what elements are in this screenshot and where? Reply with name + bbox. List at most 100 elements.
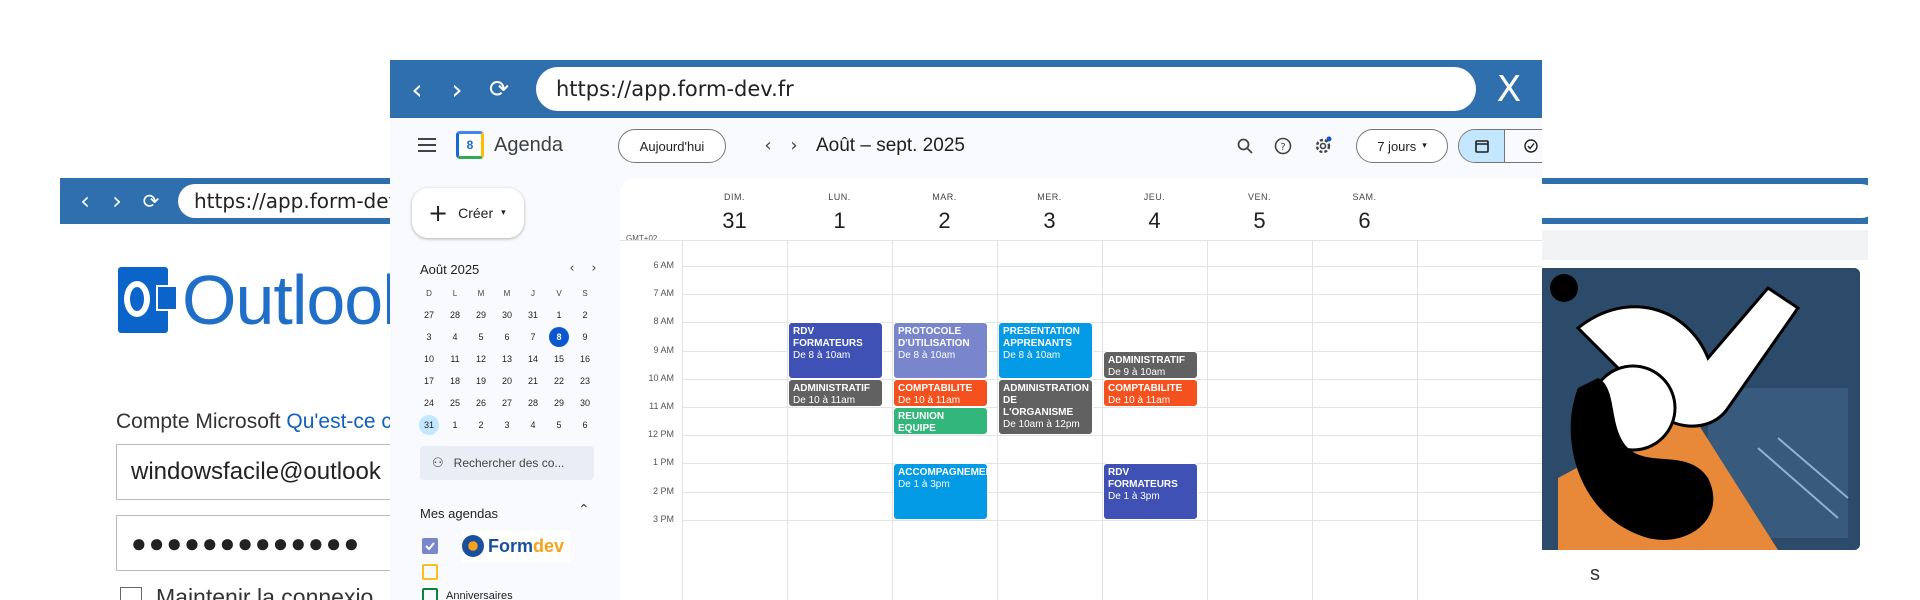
search-icon[interactable]: [1232, 133, 1258, 159]
mini-calendar-day[interactable]: 31: [520, 304, 546, 326]
mini-calendar-day[interactable]: 1: [442, 414, 468, 436]
next-week-button[interactable]: ›: [782, 132, 806, 158]
mini-calendar-day[interactable]: 4: [520, 414, 546, 436]
back-arrow-icon[interactable]: ‹: [70, 185, 100, 217]
account-label-text: Compte Microsoft: [116, 410, 281, 433]
mini-calendar-day[interactable]: 18: [442, 370, 468, 392]
settings-icon[interactable]: [1310, 133, 1336, 159]
mini-calendar-day[interactable]: 3: [494, 414, 520, 436]
event-title: COMPTABILITE: [1108, 382, 1183, 394]
calendar-event[interactable]: PROTOCOLE D'UTILISATION De 8 à 10am: [893, 322, 988, 379]
calendar-event[interactable]: COMPTABILITE De 10 à 11am: [1103, 378, 1198, 407]
calendar-event[interactable]: ACCOMPAGNEMENTDe 1 à 3pm: [893, 463, 988, 520]
today-button[interactable]: Aujourd'hui: [618, 129, 726, 163]
outlook-logo-text: Outlook: [182, 261, 417, 339]
mini-calendar-day[interactable]: 27: [494, 392, 520, 414]
view-select[interactable]: 7 jours ▾: [1356, 129, 1448, 163]
mini-calendar-day[interactable]: 30: [572, 392, 598, 414]
calendar-event[interactable]: RDV FORMATEURS De 8 à 10am: [788, 322, 883, 379]
forward-arrow-icon[interactable]: ›: [102, 185, 132, 217]
mini-calendar-day[interactable]: 7: [520, 326, 546, 348]
close-icon[interactable]: X: [1488, 68, 1530, 110]
mini-calendar-day[interactable]: 19: [468, 370, 494, 392]
mini-calendar-day[interactable]: 28: [442, 304, 468, 326]
calendar-event[interactable]: REUNION EQUIPEDe 11am à 12pm: [893, 407, 988, 436]
mini-calendar-day[interactable]: 15: [546, 348, 572, 370]
mini-calendar-day[interactable]: 29: [468, 304, 494, 326]
keep-signed-in-checkbox[interactable]: [120, 586, 142, 600]
mini-calendar-day[interactable]: 2: [468, 414, 494, 436]
forward-arrow-icon[interactable]: ›: [440, 70, 474, 108]
search-people-input[interactable]: ⚇ Rechercher des co...: [420, 446, 594, 480]
mini-calendar-day[interactable]: 14: [520, 348, 546, 370]
event-title: ADMINISTRATIF: [1108, 354, 1186, 366]
mini-calendar-day[interactable]: 29: [546, 392, 572, 414]
keep-signed-in[interactable]: Maintenir la connexio: [120, 584, 373, 600]
mini-calendar-day[interactable]: 13: [494, 348, 520, 370]
mini-calendar-day[interactable]: 25: [442, 392, 468, 414]
create-button[interactable]: + Créer ▾: [412, 188, 524, 238]
reload-icon[interactable]: ⟳: [482, 70, 516, 108]
mini-weekday-label: M: [477, 288, 485, 298]
previous-week-button[interactable]: ‹: [756, 132, 780, 158]
mini-calendar-day[interactable]: 9: [572, 326, 598, 348]
calendar-event[interactable]: ADMINISTRATIF De 9 à 10am: [1103, 350, 1198, 379]
mini-calendar-day[interactable]: 27: [416, 304, 442, 326]
mini-calendar-day[interactable]: 5: [546, 414, 572, 436]
mini-calendar-day[interactable]: 31: [416, 414, 442, 436]
mini-calendar-day[interactable]: 2: [572, 304, 598, 326]
menu-icon[interactable]: [418, 138, 436, 154]
mini-calendar-day[interactable]: 21: [520, 370, 546, 392]
close-icon[interactable]: X: [1820, 184, 1854, 219]
mini-calendar-day[interactable]: 5: [468, 326, 494, 348]
mini-next-month-button[interactable]: ›: [584, 258, 604, 278]
event-title: PRESENTATION APPRENANTS: [1003, 326, 1080, 350]
password-field[interactable]: ●●●●●●●●●●●●●: [116, 515, 416, 571]
hour-label: 9 AM: [653, 344, 674, 355]
mini-calendar-day[interactable]: 22: [546, 370, 572, 392]
whats-this-link[interactable]: Qu'est-ce c: [286, 410, 392, 433]
mini-calendar-day[interactable]: 17: [416, 370, 442, 392]
mini-calendar-day[interactable]: 12: [468, 348, 494, 370]
mini-calendar-day[interactable]: 8: [546, 326, 572, 348]
mini-calendar-day-label: 29: [475, 310, 486, 320]
mini-calendar-day[interactable]: 26: [468, 392, 494, 414]
help-icon[interactable]: ?: [1270, 133, 1296, 159]
mini-calendar-day[interactable]: 28: [520, 392, 546, 414]
calendar-checkbox-2[interactable]: [422, 564, 438, 580]
mini-calendar-day[interactable]: 30: [494, 304, 520, 326]
calendar-event[interactable]: RDV FORMATEURS De 1 à 3pm: [1103, 463, 1198, 520]
mini-calendar-day[interactable]: 10: [416, 348, 442, 370]
event-time: De 1 à 3pm: [898, 479, 950, 491]
email-field[interactable]: windowsfacile@outlook: [116, 444, 416, 500]
mini-calendar-day[interactable]: 1: [546, 304, 572, 326]
mini-calendar-day[interactable]: 6: [494, 326, 520, 348]
reload-icon[interactable]: ⟳: [136, 185, 166, 217]
mini-calendar-day[interactable]: 23: [572, 370, 598, 392]
mini-calendar-day[interactable]: 3: [416, 326, 442, 348]
calendar-event[interactable]: ADMINISTRATION DE L'ORGANISME De 10am à 1…: [998, 378, 1093, 436]
day-header[interactable]: SAM. 6: [1300, 178, 1430, 234]
mini-calendar-day[interactable]: 11: [442, 348, 468, 370]
calendar-checkbox-formdev[interactable]: [422, 538, 438, 554]
tasks-view-icon[interactable]: [1504, 130, 1542, 162]
create-label: Créer: [458, 205, 494, 221]
calendar-event[interactable]: PRESENTATION APPRENANTS De 8 à 10am: [998, 322, 1093, 379]
mini-calendar-day-label: 4: [452, 332, 458, 342]
plus-icon: +: [428, 199, 449, 227]
chevron-up-icon[interactable]: ⌃: [578, 502, 590, 518]
mini-calendar-day[interactable]: 6: [572, 414, 598, 436]
mini-calendar-day[interactable]: 24: [416, 392, 442, 414]
calendar-view-icon[interactable]: [1459, 130, 1505, 162]
mini-calendar-day[interactable]: 4: [442, 326, 468, 348]
mini-calendar-day-label: 4: [530, 420, 536, 430]
mini-calendar-day[interactable]: 20: [494, 370, 520, 392]
mini-prev-month-button[interactable]: ‹: [562, 258, 582, 278]
calendar-event[interactable]: ADMINISTRATIF De 10 à 11am: [788, 378, 883, 407]
calendar-event[interactable]: COMPTABILITE De 10 à 11am: [893, 378, 988, 407]
mini-calendar-day[interactable]: 16: [572, 348, 598, 370]
back-arrow-icon[interactable]: ‹: [400, 70, 434, 108]
address-bar[interactable]: https://app.form-dev.fr: [536, 67, 1476, 111]
calendar-checkbox-birthdays[interactable]: [422, 588, 438, 600]
mini-calendar-day-label: 5: [556, 420, 562, 430]
